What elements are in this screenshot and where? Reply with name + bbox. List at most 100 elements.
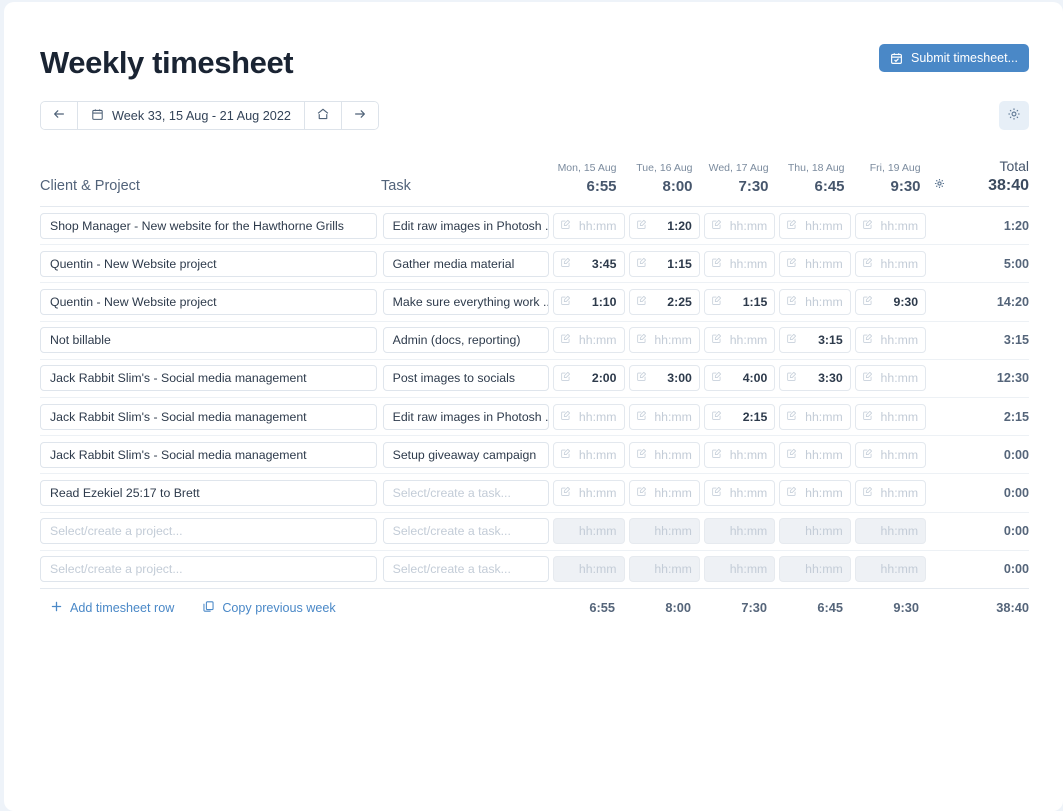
- time-entry-cell[interactable]: hh:mm: [779, 213, 850, 239]
- time-entry-cell[interactable]: 3:15: [779, 327, 850, 353]
- next-week-button[interactable]: [342, 102, 378, 129]
- day-label: Mon, 15 Aug: [549, 161, 617, 176]
- table-row: Read Ezekiel 25:17 to BrettSelect/create…: [40, 473, 1029, 511]
- time-entry-cell[interactable]: hh:mm: [553, 442, 624, 468]
- task-select[interactable]: Select/create a task...: [383, 556, 549, 582]
- submit-timesheet-button[interactable]: Submit timesheet...: [879, 44, 1029, 72]
- time-entry-cell[interactable]: 1:10: [553, 289, 624, 315]
- time-entry-cell[interactable]: hh:mm: [553, 404, 624, 430]
- time-entry-cell[interactable]: 9:30: [855, 289, 926, 315]
- time-value: hh:mm: [805, 486, 843, 500]
- time-entry-cell[interactable]: hh:mm: [779, 251, 850, 277]
- time-entry-cell[interactable]: hh:mm: [553, 213, 624, 239]
- time-entry-cell: hh:mm: [629, 556, 700, 582]
- task-select[interactable]: Edit raw images in Photosh ...: [383, 213, 549, 239]
- project-select[interactable]: Jack Rabbit Slim's - Social media manage…: [40, 404, 377, 430]
- time-entry-cell[interactable]: hh:mm: [779, 480, 850, 506]
- week-selector: Week 33, 15 Aug - 21 Aug 2022: [40, 101, 379, 130]
- time-entry-cell[interactable]: hh:mm: [855, 404, 926, 430]
- day-column-header: Tue, 16 Aug8:00: [625, 161, 699, 197]
- time-entry-cell[interactable]: hh:mm: [855, 213, 926, 239]
- task-select[interactable]: Gather media material: [383, 251, 549, 277]
- row-total: 0:00: [952, 486, 1029, 500]
- previous-week-button[interactable]: [41, 102, 78, 129]
- week-range-button[interactable]: Week 33, 15 Aug - 21 Aug 2022: [78, 102, 305, 129]
- time-entry-cell[interactable]: hh:mm: [855, 327, 926, 353]
- time-entry-cell[interactable]: 2:25: [629, 289, 700, 315]
- time-entry-cell[interactable]: 3:30: [779, 365, 850, 391]
- time-entry-cell[interactable]: 1:20: [629, 213, 700, 239]
- pencil-note-icon: [862, 331, 873, 349]
- time-value: hh:mm: [805, 257, 843, 271]
- project-select[interactable]: Select/create a project...: [40, 518, 377, 544]
- copy-previous-week-button[interactable]: Copy previous week: [202, 600, 335, 616]
- time-entry-cell[interactable]: 4:00: [704, 365, 775, 391]
- time-entry-cell[interactable]: hh:mm: [855, 251, 926, 277]
- pencil-note-icon: [786, 255, 797, 273]
- time-entry-cell[interactable]: hh:mm: [629, 480, 700, 506]
- time-entry-cell[interactable]: hh:mm: [855, 365, 926, 391]
- project-select[interactable]: Quentin - New Website project: [40, 289, 377, 315]
- time-entry-cell[interactable]: hh:mm: [629, 327, 700, 353]
- project-select[interactable]: Shop Manager - New website for the Hawth…: [40, 213, 377, 239]
- time-entry-cell[interactable]: 1:15: [704, 289, 775, 315]
- day-total: 9:30: [853, 176, 921, 197]
- task-select[interactable]: Select/create a task...: [383, 518, 549, 544]
- row-total: 5:00: [952, 257, 1029, 271]
- project-select[interactable]: Select/create a project...: [40, 556, 377, 582]
- time-entry-cell[interactable]: hh:mm: [553, 480, 624, 506]
- time-entry-cell[interactable]: 3:00: [629, 365, 700, 391]
- table-footer: Add timesheet row Copy previous week 6:: [40, 589, 1029, 625]
- time-entry-cell[interactable]: hh:mm: [704, 213, 775, 239]
- plus-icon: [50, 600, 63, 616]
- time-entry-cell[interactable]: hh:mm: [855, 442, 926, 468]
- footer-day-total: 7:30: [699, 600, 773, 615]
- task-select[interactable]: Select/create a task...: [383, 480, 549, 506]
- timesheet-settings-button[interactable]: [999, 101, 1029, 130]
- time-entry-cell: hh:mm: [704, 556, 775, 582]
- pencil-note-icon: [636, 331, 647, 349]
- page-header: Weekly timesheet Submit timesheet...: [40, 44, 1029, 82]
- time-entry-cell[interactable]: hh:mm: [629, 404, 700, 430]
- time-entry-cell[interactable]: hh:mm: [629, 442, 700, 468]
- time-value: hh:mm: [730, 524, 768, 538]
- project-select[interactable]: Quentin - New Website project: [40, 251, 377, 277]
- pencil-note-icon: [560, 369, 571, 387]
- time-value: 1:15: [667, 257, 692, 271]
- time-entry-cell[interactable]: hh:mm: [779, 442, 850, 468]
- task-select[interactable]: Setup giveaway campaign: [383, 442, 549, 468]
- time-entry-cell[interactable]: hh:mm: [704, 442, 775, 468]
- pencil-note-icon: [560, 255, 571, 273]
- project-select[interactable]: Jack Rabbit Slim's - Social media manage…: [40, 442, 377, 468]
- task-select[interactable]: Make sure everything work ...: [383, 289, 549, 315]
- column-settings-button[interactable]: [927, 176, 953, 197]
- task-select[interactable]: Post images to socials: [383, 365, 549, 391]
- time-entry-cell[interactable]: hh:mm: [779, 289, 850, 315]
- time-entry-cell[interactable]: hh:mm: [553, 327, 624, 353]
- timesheet-card: Weekly timesheet Submit timesheet...: [4, 2, 1063, 811]
- day-total: 6:55: [549, 176, 617, 197]
- current-week-button[interactable]: [305, 102, 342, 129]
- time-entry-cell[interactable]: hh:mm: [704, 480, 775, 506]
- task-select[interactable]: Edit raw images in Photosh ...: [383, 404, 549, 430]
- project-select[interactable]: Jack Rabbit Slim's - Social media manage…: [40, 365, 377, 391]
- project-select[interactable]: Read Ezekiel 25:17 to Brett: [40, 480, 377, 506]
- time-entry-cell[interactable]: hh:mm: [704, 251, 775, 277]
- table-row: Not billableAdmin (docs, reporting)hh:mm…: [40, 321, 1029, 359]
- time-entry-cell[interactable]: 3:45: [553, 251, 624, 277]
- time-entry-cell[interactable]: hh:mm: [779, 404, 850, 430]
- pencil-note-icon: [560, 408, 571, 426]
- time-entry-cell[interactable]: hh:mm: [704, 327, 775, 353]
- time-entry-cell[interactable]: hh:mm: [855, 480, 926, 506]
- time-entry-cell[interactable]: 2:00: [553, 365, 624, 391]
- grand-total-value: 38:40: [952, 175, 1029, 197]
- table-row: Jack Rabbit Slim's - Social media manage…: [40, 359, 1029, 397]
- time-value: hh:mm: [881, 371, 919, 385]
- pencil-note-icon: [862, 484, 873, 502]
- time-entry-cell[interactable]: 2:15: [704, 404, 775, 430]
- time-entry-cell[interactable]: 1:15: [629, 251, 700, 277]
- task-select[interactable]: Admin (docs, reporting): [383, 327, 549, 353]
- add-timesheet-row-button[interactable]: Add timesheet row: [50, 600, 174, 616]
- project-select[interactable]: Not billable: [40, 327, 377, 353]
- pencil-note-icon: [862, 255, 873, 273]
